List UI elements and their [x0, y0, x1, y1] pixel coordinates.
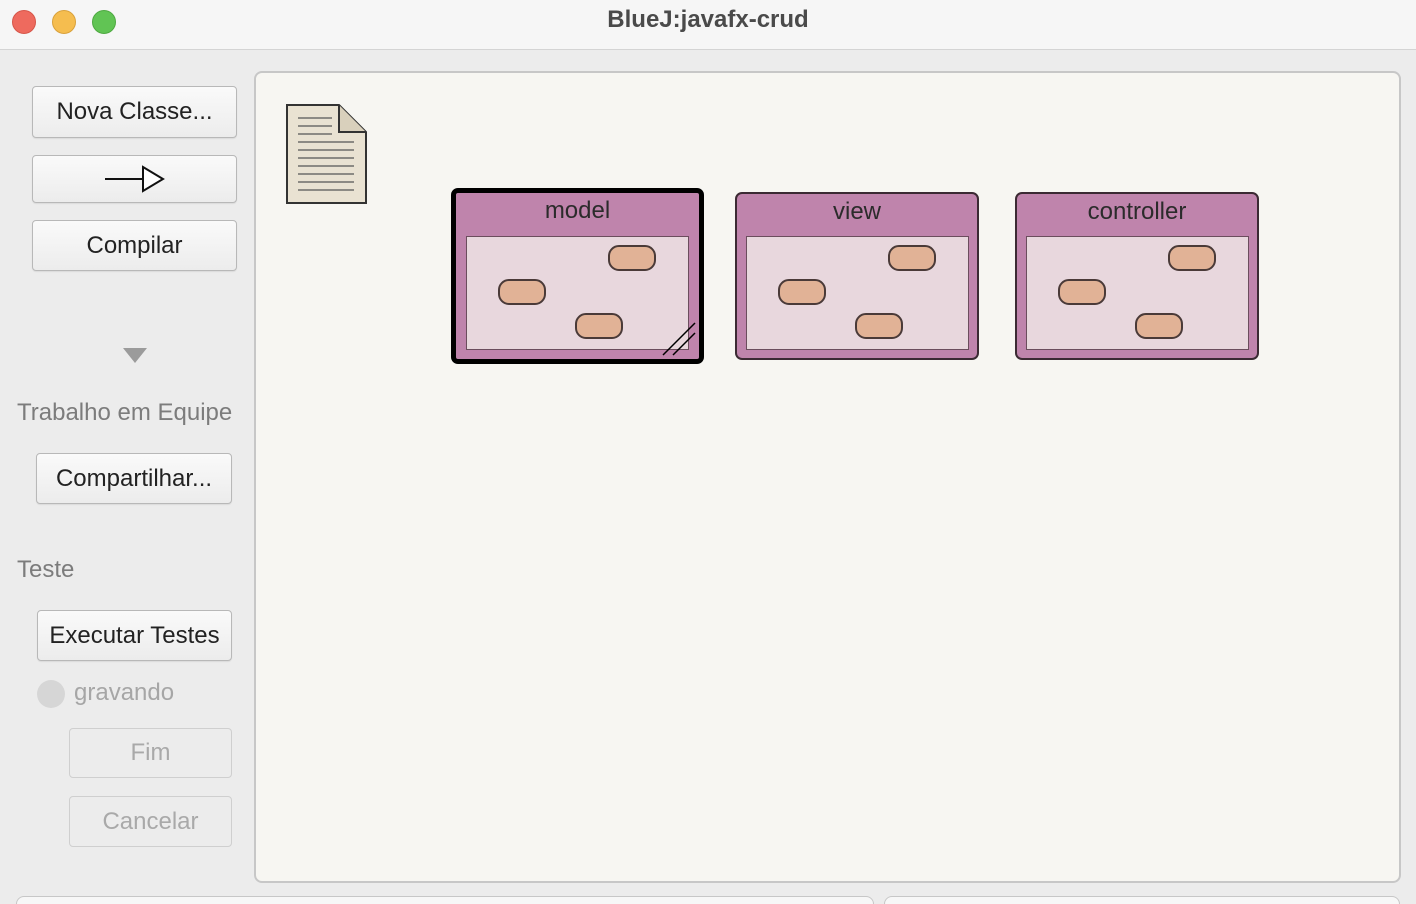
new-class-button[interactable]: Nova Classe...: [32, 86, 237, 138]
class-icon: [778, 279, 826, 305]
recording-indicator-icon: [37, 680, 65, 708]
status-bar-right: [884, 896, 1400, 904]
team-section-label: Trabalho em Equipe: [17, 399, 233, 426]
package-contents: [746, 236, 969, 350]
arrow-right-icon: [104, 165, 165, 193]
package-model[interactable]: model: [451, 188, 704, 364]
package-name: model: [544, 197, 611, 224]
expand-triangle-icon[interactable]: [123, 348, 147, 363]
package-name: controller: [1087, 198, 1187, 225]
class-icon: [608, 245, 656, 271]
cancel-recording-button[interactable]: Cancelar: [69, 796, 232, 847]
class-icon: [1058, 279, 1106, 305]
package-contents: [466, 236, 689, 350]
class-icon: [498, 279, 546, 305]
package-contents: [1026, 236, 1249, 350]
recording-label: gravando: [74, 679, 175, 706]
status-bar-left: [16, 896, 874, 904]
share-button[interactable]: Compartilhar...: [36, 453, 232, 504]
package-view[interactable]: view: [735, 192, 979, 360]
class-icon: [855, 313, 903, 339]
package-name: view: [832, 198, 881, 225]
class-icon: [575, 313, 623, 339]
run-tests-button[interactable]: Executar Testes: [37, 610, 232, 661]
class-icon: [1168, 245, 1216, 271]
resize-handle-icon[interactable]: [659, 319, 697, 357]
window-title: BlueJ:javafx-crud: [607, 6, 809, 33]
compile-button[interactable]: Compilar: [32, 220, 237, 271]
class-icon: [1135, 313, 1183, 339]
class-icon: [888, 245, 936, 271]
title-bar: BlueJ:javafx-crud: [0, 0, 1416, 50]
end-recording-button[interactable]: Fim: [69, 728, 232, 778]
readme-document-icon[interactable]: [284, 102, 368, 206]
test-section-label: Teste: [17, 556, 75, 583]
new-inheritance-arrow-button[interactable]: [32, 155, 237, 203]
package-controller[interactable]: controller: [1015, 192, 1259, 360]
